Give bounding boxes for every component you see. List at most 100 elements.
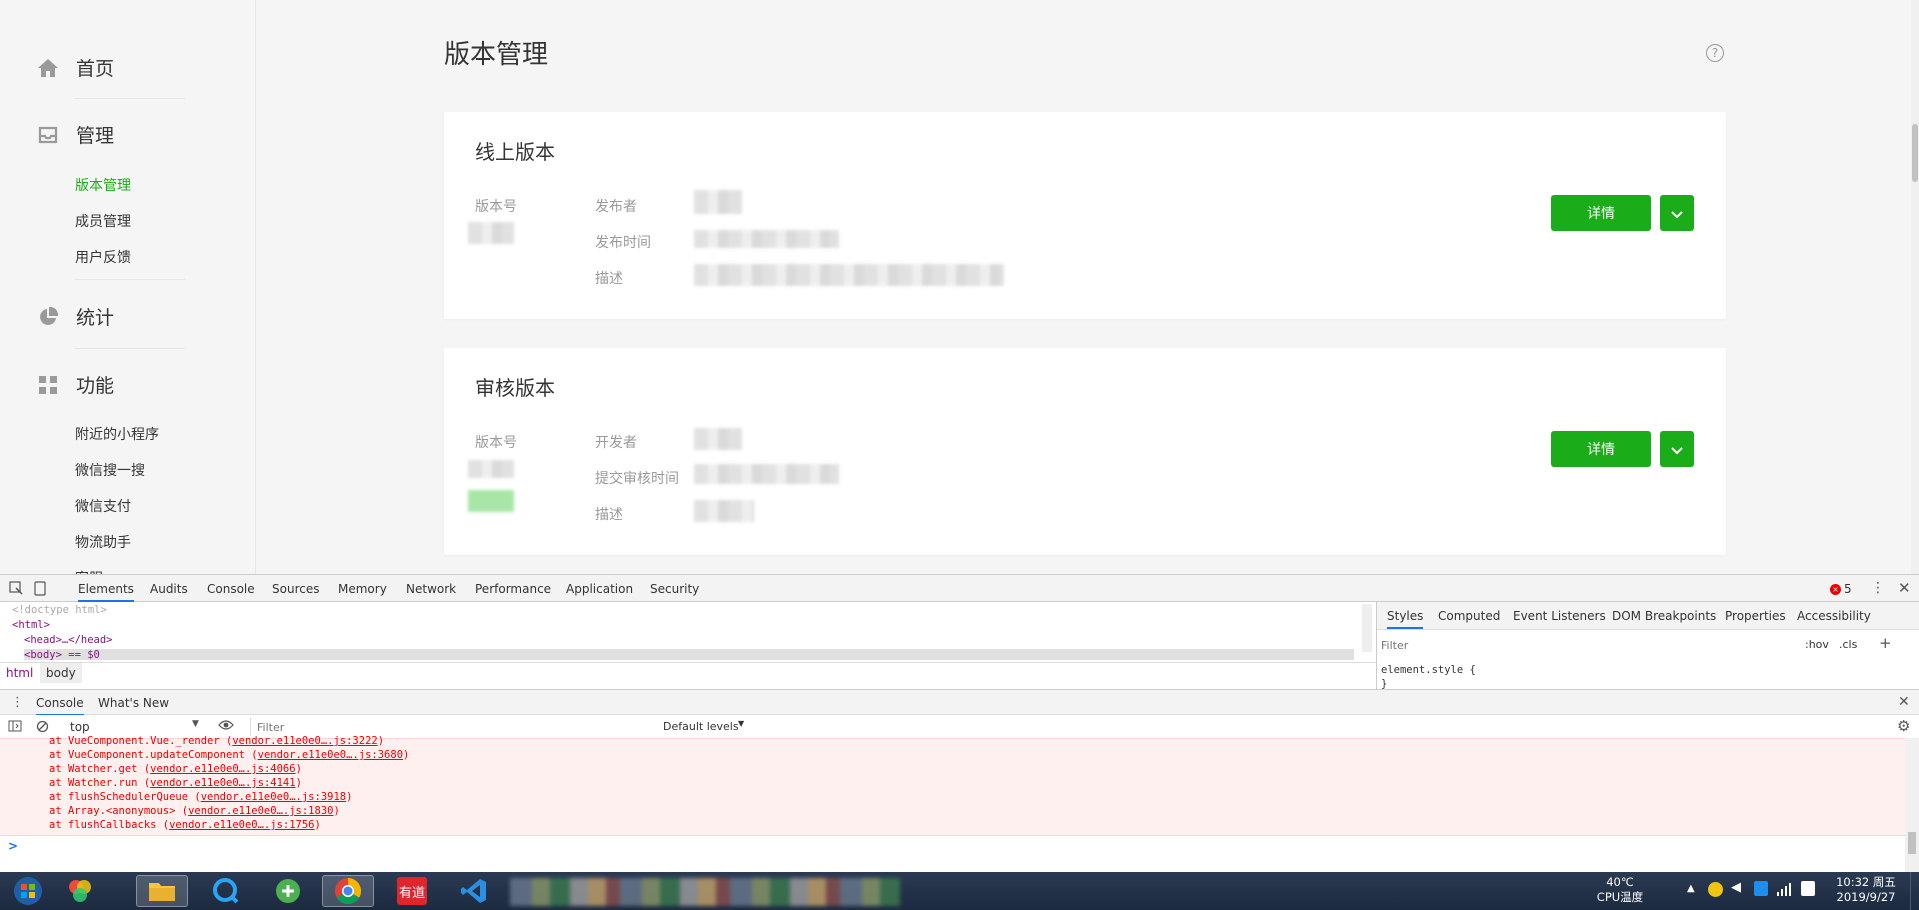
dom-scrollbar[interactable] [1362, 604, 1372, 652]
scrollbar-thumb[interactable] [1912, 124, 1918, 182]
sidebar-item-wechat-pay[interactable]: 微信支付 [75, 496, 131, 516]
sidebar-item-wechat-search[interactable]: 微信搜一搜 [75, 460, 145, 480]
dom-line-body[interactable]: <body> == $0 [24, 649, 1354, 660]
tab-network[interactable]: Network [406, 582, 456, 596]
hov-toggle[interactable]: :hov [1805, 638, 1829, 651]
source-link[interactable]: vendor.e11e0e0….js:4066 [150, 763, 295, 775]
scrollbar-thumb[interactable] [1908, 832, 1916, 854]
add-style-icon[interactable]: + [1879, 634, 1892, 652]
source-link[interactable]: vendor.e11e0e0….js:1756 [169, 819, 314, 831]
tab-dom-breakpoints[interactable]: DOM Breakpoints [1612, 609, 1716, 623]
breadcrumb-html[interactable]: html [6, 666, 33, 680]
sidebar-item-logistics[interactable]: 物流助手 [75, 532, 131, 552]
detail-button[interactable]: 详情 [1551, 195, 1651, 231]
close-icon[interactable]: ✕ [1898, 579, 1911, 597]
green-app-icon[interactable] [266, 875, 310, 907]
file-explorer-icon[interactable] [136, 875, 188, 907]
tab-properties[interactable]: Properties [1725, 609, 1786, 623]
tab-performance[interactable]: Performance [475, 582, 551, 596]
version-number-value-redacted [468, 460, 514, 478]
sidebar-item-stats[interactable]: 统计 [36, 303, 114, 330]
cpu-temperature[interactable]: 40℃ CPU温度 [1590, 875, 1650, 905]
chrome-icon[interactable] [322, 875, 374, 907]
tab-security[interactable]: Security [650, 582, 699, 596]
chevron-down-icon: ▼ [738, 719, 745, 728]
source-link[interactable]: vendor.e11e0e0….js:3222 [232, 735, 377, 747]
network-icon[interactable] [1776, 881, 1792, 900]
more-options-icon[interactable]: ⋮ [1871, 580, 1885, 596]
log-levels-dropdown[interactable]: Default levels [663, 720, 739, 733]
tab-accessibility[interactable]: Accessibility [1797, 609, 1871, 623]
styles-filter-input[interactable] [1381, 636, 1795, 654]
drawer-tab-whats-new[interactable]: What's New [98, 696, 169, 710]
dom-line-doctype[interactable]: <!doctype html> [12, 604, 107, 616]
input-method-icon[interactable] [1801, 881, 1815, 896]
youdao-icon[interactable]: 有道 [390, 875, 434, 907]
drawer-tab-console[interactable]: Console [36, 696, 84, 716]
detail-button[interactable]: 详情 [1551, 431, 1651, 467]
sidebar-item-user-feedback[interactable]: 用户反馈 [75, 247, 131, 267]
source-link[interactable]: vendor.e11e0e0….js:1830 [188, 805, 333, 817]
devtools-panel: Elements Audits Console Sources Memory N… [0, 574, 1919, 872]
error-counter[interactable]: × 5 [1830, 582, 1852, 596]
drawer-menu-icon[interactable]: ⋮ [11, 695, 24, 710]
dom-line-head[interactable]: <head>…</head> [24, 634, 113, 646]
sidebar-item-version-management[interactable]: 版本管理 [75, 175, 131, 195]
sidebar-item-member-management[interactable]: 成员管理 [75, 211, 131, 231]
cls-toggle[interactable]: .cls [1839, 638, 1857, 651]
tab-memory[interactable]: Memory [338, 582, 387, 596]
eye-icon[interactable] [218, 719, 234, 734]
dom-line-html[interactable]: <html> [12, 619, 50, 631]
page-scrollbar[interactable] [1911, 0, 1919, 574]
device-toolbar-icon[interactable] [34, 581, 46, 599]
console-scrollbar[interactable] [1905, 738, 1919, 872]
tab-elements[interactable]: Elements [78, 582, 134, 602]
help-icon[interactable]: ? [1706, 44, 1724, 62]
more-dropdown-button[interactable] [1660, 195, 1694, 231]
inspect-element-icon[interactable] [9, 581, 23, 598]
version-number-label: 版本号 [475, 199, 517, 215]
tab-styles[interactable]: Styles [1387, 609, 1424, 629]
console-prompt[interactable]: > [8, 839, 18, 853]
console-filter-input[interactable] [250, 718, 654, 736]
source-link[interactable]: vendor.e11e0e0….js:3680 [258, 749, 403, 761]
tab-event-listeners[interactable]: Event Listeners [1513, 609, 1606, 623]
show-desktop-button[interactable] [1910, 872, 1919, 910]
console-line: at flushSchedulerQueue (vendor.e11e0e0….… [49, 791, 353, 803]
source-link[interactable]: vendor.e11e0e0….js:4141 [150, 777, 295, 789]
sidebar-item-manage[interactable]: 管理 [36, 121, 114, 148]
sidebar-item-features[interactable]: 功能 [36, 371, 114, 398]
sidebar-item-nearby-miniprogram[interactable]: 附近的小程序 [75, 424, 159, 444]
tab-application[interactable]: Application [566, 582, 633, 596]
bluetooth-icon[interactable] [1754, 881, 1768, 896]
tab-sources[interactable]: Sources [272, 582, 319, 596]
sidebar-toggle-icon[interactable] [8, 720, 22, 735]
inbox-icon [36, 123, 60, 147]
breadcrumb-body[interactable]: body [40, 663, 82, 683]
context-selector[interactable]: top [70, 720, 90, 734]
vscode-icon[interactable] [452, 875, 496, 907]
tray-expand-icon[interactable]: ▲ [1687, 883, 1695, 894]
volume-icon[interactable]: ◀ [1731, 880, 1741, 895]
tab-computed[interactable]: Computed [1438, 609, 1500, 623]
divider [75, 348, 185, 349]
clear-console-icon[interactable] [36, 720, 49, 736]
element-style-rule[interactable]: element.style { [1381, 664, 1476, 676]
tab-audits[interactable]: Audits [150, 582, 188, 596]
chevron-down-icon[interactable]: ▼ [192, 719, 199, 729]
gear-icon[interactable]: ⚙ [1897, 717, 1910, 735]
tray-app-icon[interactable] [1708, 882, 1723, 897]
close-drawer-icon[interactable]: ✕ [1898, 694, 1910, 710]
browser-q-icon[interactable] [204, 875, 248, 907]
tab-console[interactable]: Console [207, 582, 255, 596]
app-icon-colorful[interactable] [58, 875, 102, 907]
start-button[interactable] [6, 875, 50, 907]
developer-label: 开发者 [595, 435, 637, 451]
sidebar-item-home[interactable]: 首页 [36, 54, 114, 81]
clock[interactable]: 10:32 周五 2019/9/27 [1830, 875, 1902, 905]
console-line: at flushCallbacks (vendor.e11e0e0….js:17… [49, 819, 321, 831]
source-link[interactable]: vendor.e11e0e0….js:3918 [201, 791, 346, 803]
more-dropdown-button[interactable] [1660, 431, 1694, 467]
breadcrumb: html body [0, 662, 1376, 683]
console-prompt-row[interactable]: > [0, 836, 1905, 872]
